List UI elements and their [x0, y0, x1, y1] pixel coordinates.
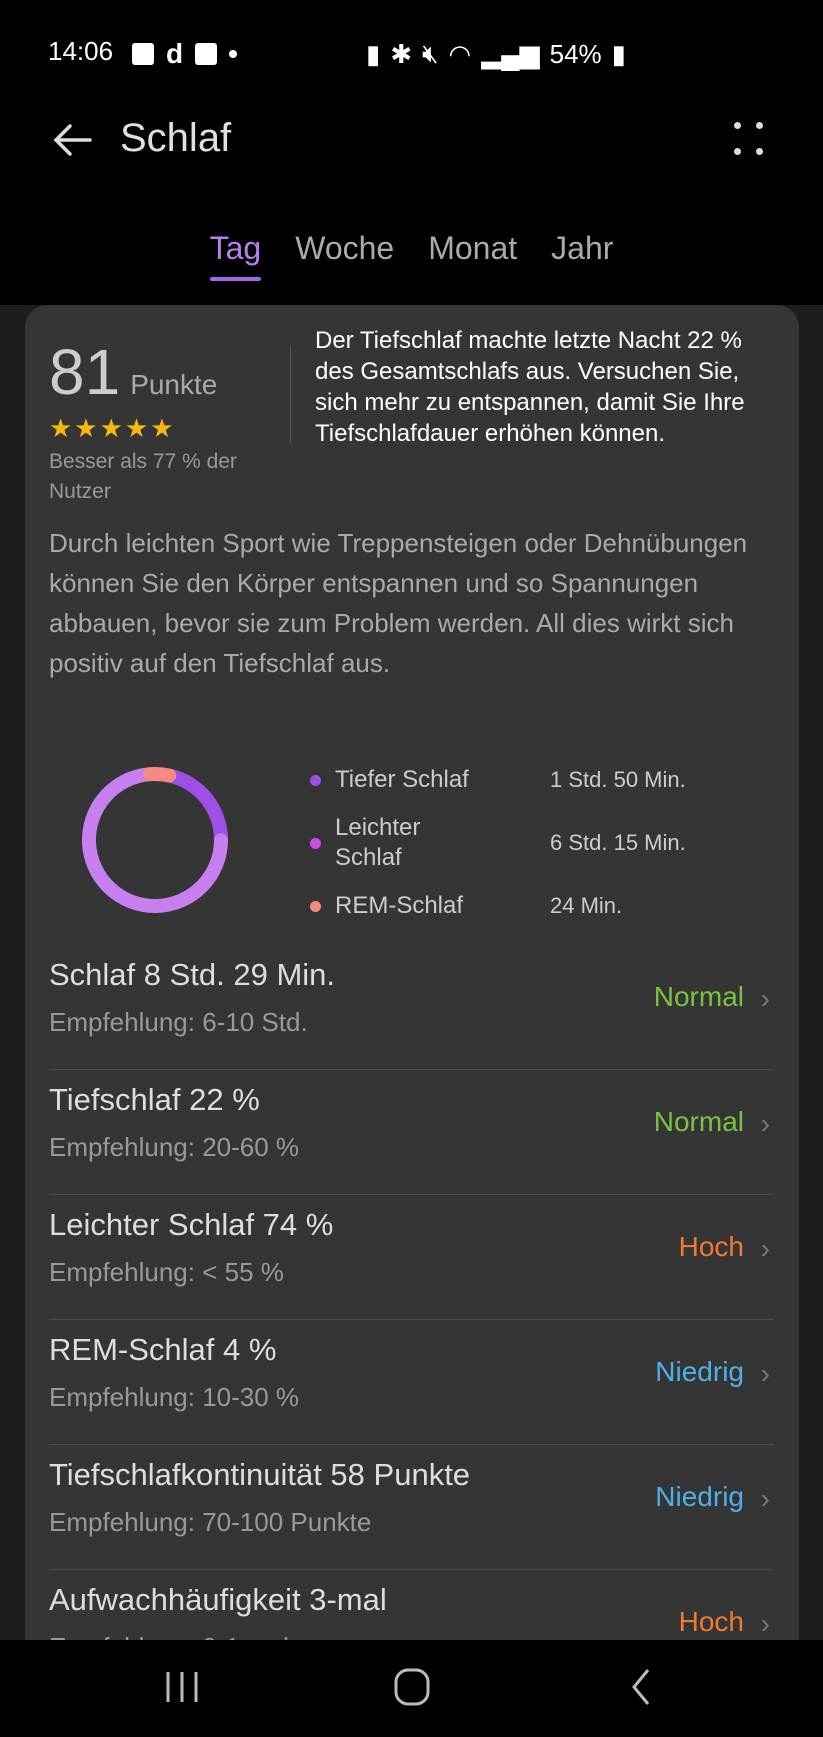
- sleep-score: 81 Punkte: [49, 335, 217, 409]
- gallery-icon: [132, 43, 154, 65]
- chevron-right-icon: ›: [760, 983, 770, 1014]
- legend-dot: [310, 774, 321, 786]
- signal-icon: ▂▄▆: [481, 38, 540, 69]
- calendar-icon: [195, 43, 218, 65]
- donut-segment-deep: [162, 768, 228, 848]
- metric-row[interactable]: Tiefschlaf 22 % Empfehlung: 20-60 % Normal…: [49, 1070, 774, 1195]
- back-nav-button[interactable]: [612, 1662, 672, 1712]
- legend-item: REM-Schlaf 24 Min.: [310, 886, 790, 926]
- status-time: 14:06: [48, 36, 114, 66]
- more-notifications-dot: [229, 50, 238, 58]
- app-d-icon: d: [166, 38, 184, 69]
- tab-year[interactable]: Jahr: [551, 230, 613, 281]
- metric-status: Normal: [653, 981, 744, 1012]
- recent-apps-icon: [166, 1672, 198, 1702]
- metric-title: Aufwachhäufigkeit 3-mal: [49, 1582, 387, 1617]
- bluetooth-icon: ✱: [390, 38, 413, 69]
- stars: ★★★★★: [49, 413, 176, 443]
- chevron-right-icon: ›: [760, 1358, 770, 1389]
- metric-title: Tiefschlafkontinuität 58 Punkte: [49, 1457, 471, 1492]
- tab-day[interactable]: Tag: [209, 230, 261, 281]
- legend-value: 24 Min.: [550, 893, 623, 918]
- better-than-text: Besser als 77 % der Nutzer: [49, 450, 237, 503]
- sleep-summary-card: 81 Punkte ★★★★★ Besser als 77 % der Nutze…: [25, 305, 799, 1640]
- legend-item: Tiefer Schlaf 1 Std. 50 Min.: [310, 760, 790, 800]
- legend-item: Leichter Schlaf 6 Std. 15 Min.: [310, 812, 790, 874]
- metric-status: Normal: [653, 1106, 744, 1137]
- metric-status: Niedrig: [655, 1356, 744, 1387]
- divider: [290, 345, 291, 445]
- legend-label: Tiefer Schlaf: [335, 766, 469, 793]
- wifi-icon: ◠: [448, 38, 472, 69]
- metric-status: Hoch: [678, 1606, 744, 1637]
- metric-recommendation: Empfehlung: 10-30 %: [49, 1382, 300, 1412]
- period-tabs: Tag Woche Monat Jahr: [0, 230, 823, 281]
- score-value: 81: [49, 336, 121, 408]
- metric-recommendation: Empfehlung: 0-1 mal: [49, 1632, 289, 1640]
- metric-status: Hoch: [678, 1231, 744, 1262]
- tab-week[interactable]: Woche: [295, 230, 394, 281]
- home-icon: [394, 1668, 430, 1706]
- star-rating: ★★★★★: [49, 413, 176, 444]
- legend-dot: [310, 900, 321, 912]
- metric-row[interactable]: Tiefschlafkontinuität 58 Punkte Empfehlun…: [49, 1445, 774, 1570]
- legend-label: Leichter Schlaf: [335, 814, 421, 871]
- metric-status: Niedrig: [655, 1481, 744, 1512]
- metric-title: Leichter Schlaf 74 %: [49, 1207, 334, 1242]
- chevron-right-icon: ›: [760, 1233, 770, 1264]
- sleep-advice: Durch leichten Sport wie Treppensteigen …: [49, 528, 748, 678]
- page-title: Schlaf: [120, 116, 232, 160]
- metric-title: Tiefschlaf 22 %: [49, 1082, 260, 1117]
- legend-dot: [310, 837, 321, 849]
- metric-recommendation: Empfehlung: 6-10 Std.: [49, 1007, 308, 1037]
- arrow-left-icon: [53, 124, 92, 156]
- chevron-right-icon: ›: [760, 1483, 770, 1514]
- metric-row[interactable]: REM-Schlaf 4 % Empfehlung: 10-30 % Niedrig…: [49, 1320, 774, 1445]
- metric-recommendation: Empfehlung: < 55 %: [49, 1257, 284, 1287]
- chevron-left-icon: [632, 1669, 650, 1705]
- sleep-donut-chart: [82, 767, 228, 913]
- legend-value: 1 Std. 50 Min.: [550, 767, 686, 792]
- metric-row[interactable]: Leichter Schlaf 74 % Empfehlung: < 55 % Ho…: [49, 1195, 774, 1320]
- tab-month[interactable]: Monat: [428, 230, 517, 281]
- home-button[interactable]: [382, 1662, 442, 1712]
- chart-legend: Tiefer Schlaf 1 Std. 50 Min. Leichter Sch…: [310, 760, 790, 938]
- metric-title: REM-Schlaf 4 %: [49, 1332, 277, 1367]
- status-bar: 14:06 d ▮ ✱ 🔇︎ ◠ ▂▄▆ 54% ▮: [0, 0, 823, 100]
- metric-row[interactable]: Schlaf 8 Std. 29 Min. Empfehlung: 6-10 St…: [49, 945, 774, 1070]
- legend-label: REM-Schlaf: [335, 892, 464, 919]
- donut-segment-rem: [142, 767, 177, 783]
- metric-recommendation: Empfehlung: 20-60 %: [49, 1132, 300, 1162]
- navigation-bar: [0, 1640, 823, 1737]
- metric-row[interactable]: Aufwachhäufigkeit 3-mal Empfehlung: 0-1 m…: [49, 1570, 774, 1640]
- battery-saver-icon: ▮: [366, 38, 381, 69]
- score-unit: Punkte: [130, 369, 218, 400]
- more-options-button[interactable]: [730, 120, 766, 160]
- mute-icon: 🔇︎: [422, 38, 439, 68]
- chevron-right-icon: ›: [760, 1608, 770, 1639]
- recent-apps-button[interactable]: [152, 1662, 212, 1712]
- metric-recommendation: Empfehlung: 70-100 Punkte: [49, 1507, 372, 1537]
- metric-title: Schlaf 8 Std. 29 Min.: [49, 957, 336, 992]
- sleep-tip: Der Tiefschlaf machte letzte Nacht 22 % …: [315, 327, 745, 447]
- chevron-right-icon: ›: [760, 1108, 770, 1139]
- legend-value: 6 Std. 15 Min.: [550, 830, 686, 855]
- battery-percent: 54%: [549, 38, 602, 69]
- battery-icon: ▮: [611, 38, 626, 69]
- metric-list: Schlaf 8 Std. 29 Min. Empfehlung: 6-10 St…: [49, 945, 774, 1640]
- back-button[interactable]: [48, 116, 96, 164]
